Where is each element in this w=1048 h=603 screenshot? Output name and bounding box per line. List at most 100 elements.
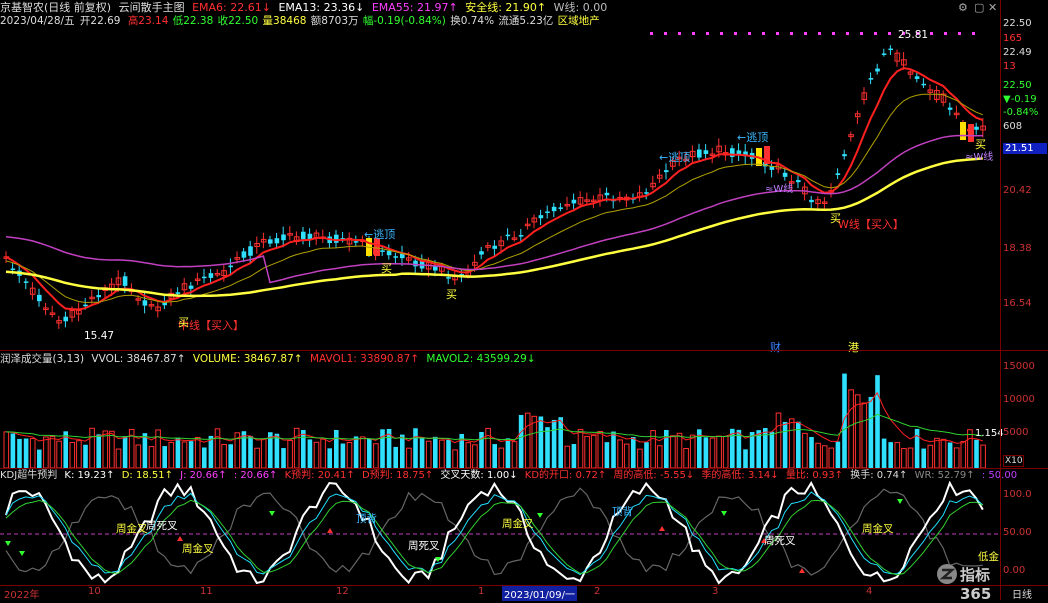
volume-bar [49, 436, 56, 468]
signal-block [960, 122, 966, 140]
volume-bar [313, 441, 320, 468]
top-signal-dot [692, 32, 695, 35]
ema13-line [5, 93, 983, 304]
kdj-arrow-icon [19, 551, 25, 556]
top-signal-dot [706, 32, 709, 35]
volume-bar [796, 421, 801, 468]
volume-bar [960, 441, 967, 468]
watermark-icon [937, 564, 957, 584]
volume-bar [828, 447, 835, 468]
candle-body [505, 234, 511, 237]
volume-bar [419, 438, 425, 468]
volume-bar [571, 444, 577, 468]
quote-open: 开22.69 [79, 15, 121, 27]
volume-bar [888, 442, 893, 468]
time-axis-label: 12 [336, 586, 349, 597]
price-chart[interactable] [0, 28, 1000, 348]
quote-change: 幅-0.19(-0.84%) [362, 15, 446, 27]
volume-bar [703, 437, 709, 468]
volume-bar [749, 431, 755, 468]
candle-body [413, 260, 418, 267]
time-axis-label: 3 [712, 586, 719, 597]
escape-top-label-3: ←逃顶 [737, 131, 769, 144]
quote-sector[interactable]: 区域地产 [558, 15, 600, 27]
quote-amount: 额8703万 [310, 15, 359, 27]
volume-bar [564, 445, 571, 468]
volume-bar [413, 428, 418, 468]
kdj-v4-value: : 20.66↑ [233, 470, 278, 481]
volume-bar [815, 442, 821, 468]
volume-bar [763, 428, 768, 468]
volume-chart[interactable] [0, 364, 1000, 468]
volume-bar [809, 436, 814, 468]
top-signal-dot [818, 32, 821, 35]
kdj-chart[interactable] [0, 481, 1000, 585]
candle-body [380, 250, 385, 252]
kdj-d-line [5, 499, 984, 576]
kdj-axis-label: 50.00 [1003, 527, 1032, 538]
volume-bar [802, 432, 808, 468]
candle-body [202, 276, 207, 279]
window-title[interactable]: 京基智农(日线 前复权) [0, 1, 111, 14]
maximize-icon[interactable]: ▢ [974, 1, 984, 14]
top-divergence-label-2: 顶背 [612, 506, 633, 518]
kdj-cross-days: 交叉天数: 1.00↓ [440, 470, 518, 481]
volume-bar [623, 443, 630, 468]
kdj-season-value: 季的高低: 3.14↓ [701, 470, 779, 481]
volume-bar [881, 438, 887, 468]
kdj-k-value: K: 19.23↑ [64, 470, 115, 481]
volume-bar [894, 442, 901, 468]
volume-bar [439, 439, 445, 468]
ema6-value: EMA6: 22.61↓ [192, 1, 271, 14]
finance-marker[interactable]: 财 [770, 339, 781, 355]
volume-bar [109, 430, 115, 468]
volume-bar [37, 449, 42, 468]
volume-bar [367, 438, 372, 468]
settings-icon[interactable]: ⚙ [958, 1, 968, 14]
top-signal-dot [790, 32, 793, 35]
volume-bar [722, 435, 729, 468]
candle-body [664, 170, 669, 173]
volume-bar [135, 444, 142, 468]
volume-bar [287, 439, 293, 468]
volume-bar [782, 421, 788, 468]
volume-bar [155, 429, 161, 468]
volume-bar [433, 436, 438, 468]
week-golden-cross-label-4: 周金叉 [862, 523, 894, 535]
quote-row: 2023/04/28/五 开22.69 高23.14 低22.38 收22.50… [0, 14, 604, 28]
candle-body [604, 192, 610, 196]
candle-body [697, 149, 702, 158]
volume-bar [115, 448, 122, 468]
volume-bar [683, 448, 689, 468]
volume-bar [194, 436, 201, 468]
volume-bar [538, 416, 544, 468]
price-axis-label: ▼-0.19 [1003, 94, 1037, 105]
candle-body [142, 300, 148, 306]
volume-bar [551, 419, 557, 468]
volume-bar [769, 431, 775, 468]
hk-marker[interactable]: 港 [848, 339, 859, 355]
candle-body [334, 234, 339, 243]
volume-bar [340, 443, 346, 468]
high-price-marker: 25.81 [898, 29, 929, 41]
candle-body [479, 251, 484, 255]
kdj-indicator-name[interactable]: KDJ超牛预判 [0, 470, 57, 481]
volume-bar [498, 447, 505, 468]
price-axis-label: 165 [1003, 33, 1023, 44]
period-label[interactable]: 日线 [1012, 586, 1032, 601]
crosshair-date-label: 2023/01/09/一 [502, 586, 578, 601]
current-price-tag: 21.51 [1003, 143, 1047, 154]
candle-body [175, 292, 181, 294]
buy-marker-4: 买 [830, 212, 841, 225]
volume-bar [664, 429, 669, 468]
close-icon[interactable]: ✕ [988, 1, 997, 14]
indicator-name[interactable]: 云间散手主图 [119, 1, 185, 14]
top-signal-dot [664, 32, 667, 35]
pane-divider[interactable] [0, 350, 1048, 351]
candle-body [23, 281, 29, 283]
volume-bar [359, 436, 366, 468]
candle-body [558, 207, 563, 209]
volume-bar [148, 446, 155, 468]
volume-bar [861, 402, 868, 468]
volume-bar [175, 437, 181, 468]
